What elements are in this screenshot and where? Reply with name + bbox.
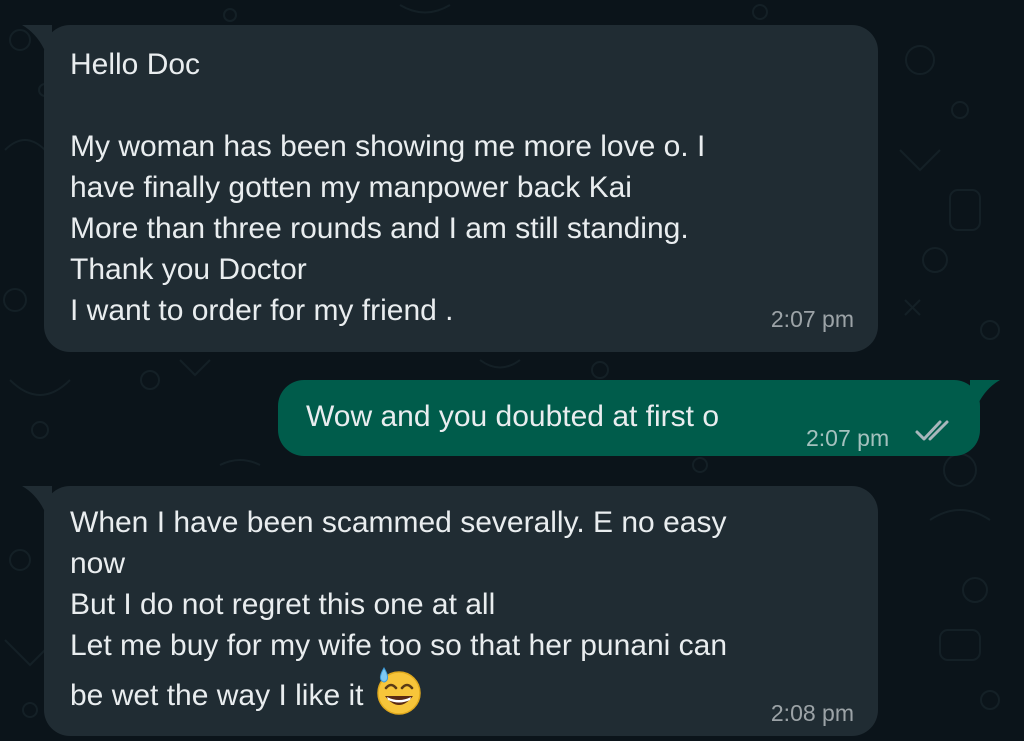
message-timestamp: 2:07 pm: [806, 425, 890, 451]
message-bubble-incoming[interactable]: When I have been scammed severally. E no…: [44, 486, 878, 736]
message-bubble-incoming[interactable]: Hello Doc My woman has been showing me m…: [44, 25, 878, 352]
message-timestamp: 2:08 pm: [770, 700, 854, 726]
message-text: Wow and you doubted at first o: [306, 400, 720, 433]
message-line-text: be wet the way I like it: [70, 678, 364, 712]
message-line: Thank you Doctor: [70, 253, 307, 286]
message-line: When I have been scammed severally. E no…: [70, 506, 727, 539]
bubble-tail-incoming: [22, 486, 52, 510]
message-text: Hello Doc My woman has been showing me m…: [70, 44, 705, 331]
message-text: When I have been scammed severally. E no…: [70, 502, 727, 722]
read-receipt-double-check-icon: [915, 420, 949, 441]
message-bubble-outgoing[interactable]: Wow and you doubted at first o 2:07 pm: [278, 380, 980, 456]
message-line: Hello Doc: [70, 48, 201, 81]
grinning-face-with-sweat-icon: [377, 667, 421, 715]
bubble-tail-outgoing: [970, 380, 1000, 404]
message-line: More than three rounds and I am still st…: [70, 212, 689, 245]
message-line: I want to order for my friend .: [70, 294, 454, 327]
message-line: be wet the way I like it: [70, 667, 727, 722]
message-timestamp: 2:07 pm: [770, 306, 854, 332]
message-line: now: [70, 547, 126, 580]
message-line: have finally gotten my manpower back Kai: [70, 171, 632, 204]
bubble-tail-incoming: [22, 25, 52, 49]
message-line: Let me buy for my wife too so that her p…: [70, 629, 728, 662]
message-line: My woman has been showing me more love o…: [70, 130, 706, 163]
message-line: But I do not regret this one at all: [70, 588, 496, 621]
